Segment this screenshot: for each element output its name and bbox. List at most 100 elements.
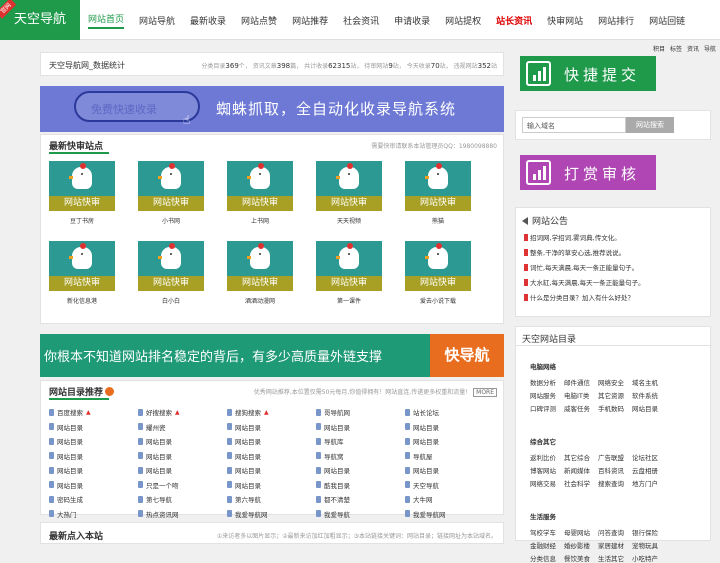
site-tile[interactable]: 网站快审 第一课件 bbox=[316, 241, 382, 305]
directory-link[interactable]: 第六导航 bbox=[227, 494, 261, 504]
site-tile[interactable]: 网站快审 天天视频 bbox=[316, 161, 382, 225]
directory-link[interactable]: 百度搜索 ▲ bbox=[49, 407, 91, 417]
catalog-link[interactable]: 百科资讯 bbox=[598, 465, 624, 475]
directory-link[interactable]: 站长论坛 bbox=[405, 407, 439, 417]
catalog-link[interactable]: 生活其它 bbox=[598, 553, 624, 563]
notice-item[interactable]: 招词网,学招词,雾词典,传文化。 bbox=[524, 232, 621, 242]
tile-caption[interactable]: 豆丁书房 bbox=[49, 216, 115, 225]
free-include-pill[interactable]: 免费快速收录 bbox=[74, 91, 200, 122]
user-link-1[interactable]: 标签 bbox=[670, 44, 682, 53]
directory-link[interactable]: 网站目录 bbox=[227, 480, 261, 490]
nav-item-5[interactable]: 社会资讯 bbox=[343, 14, 379, 27]
catalog-link[interactable]: 宠物玩具 bbox=[632, 540, 658, 550]
catalog-link[interactable]: 手机数码 bbox=[598, 403, 624, 413]
catalog-link[interactable]: 分类信息 bbox=[530, 553, 556, 563]
directory-link[interactable]: 网站目录 bbox=[49, 465, 83, 475]
catalog-link[interactable]: 软件系统 bbox=[632, 390, 658, 400]
directory-link[interactable]: 导航窝 bbox=[316, 451, 344, 461]
catalog-link[interactable]: 论坛社区 bbox=[632, 452, 658, 462]
directory-link[interactable]: 网站目录 bbox=[405, 422, 439, 432]
nav-item-8[interactable]: 站长资讯 bbox=[496, 14, 532, 27]
directory-link[interactable]: 网站目录 bbox=[49, 451, 83, 461]
directory-link[interactable]: 我爱导航网 bbox=[405, 509, 446, 519]
tile-caption[interactable]: 酒酒动漫网 bbox=[227, 296, 293, 305]
catalog-link[interactable]: 云盘相册 bbox=[632, 465, 658, 475]
catalog-link[interactable]: 博客网站 bbox=[530, 465, 556, 475]
catalog-link[interactable]: 其它资源 bbox=[598, 390, 624, 400]
nav-item-11[interactable]: 网站回链 bbox=[649, 14, 685, 27]
backlink-banner[interactable]: 你根本不知道网站排名稳定的背后，有多少高质量外链支撑 快导航 bbox=[40, 334, 504, 377]
tile-caption[interactable]: 天天视频 bbox=[316, 216, 382, 225]
catalog-link[interactable]: 电脑IT类 bbox=[564, 390, 589, 400]
directory-link[interactable]: 网站目录 bbox=[405, 465, 439, 475]
tile-caption[interactable]: 新化信息港 bbox=[49, 296, 115, 305]
tile-caption[interactable]: 爱去小说下载 bbox=[405, 296, 471, 305]
catalog-link[interactable]: 邮件通信 bbox=[564, 377, 590, 387]
directory-link[interactable]: 搜狗搜索 ▲ bbox=[227, 407, 269, 417]
directory-link[interactable]: 只是一个吻 bbox=[138, 480, 179, 490]
directory-link[interactable]: 网站目录 bbox=[49, 422, 83, 432]
directory-link[interactable]: 第七导航 bbox=[138, 494, 172, 504]
catalog-link[interactable]: 银行保险 bbox=[632, 527, 658, 537]
site-tile[interactable]: 网站快审 熊猫 bbox=[405, 161, 471, 225]
nav-item-7[interactable]: 网站提权 bbox=[445, 14, 481, 27]
directory-link[interactable]: 热点资讯网 bbox=[138, 509, 179, 519]
catalog-link[interactable]: 母婴网站 bbox=[564, 527, 590, 537]
auto-include-banner[interactable]: 免费快速收录 ☝ 蜘蛛抓取，全自动化收录导航系统 bbox=[40, 86, 504, 132]
catalog-link[interactable]: 广告联盟 bbox=[598, 452, 624, 462]
user-link-3[interactable]: 导航 bbox=[704, 44, 716, 53]
site-tile[interactable]: 网站快审 爱去小说下载 bbox=[405, 241, 471, 305]
notice-item[interactable]: 词忙,每天满晨,每天一条正能量句子。 bbox=[524, 262, 638, 272]
catalog-link[interactable]: 搜索查询 bbox=[598, 478, 624, 488]
quick-submit-button[interactable]: 快捷提交 bbox=[520, 56, 656, 91]
nav-item-2[interactable]: 最新收录 bbox=[190, 14, 226, 27]
directory-link[interactable]: 网站目录 bbox=[227, 451, 261, 461]
directory-link[interactable]: 酷我目录 bbox=[316, 480, 350, 490]
catalog-link[interactable]: 小吃特产 bbox=[632, 553, 658, 563]
catalog-link[interactable]: 问答查询 bbox=[598, 527, 624, 537]
notice-item[interactable]: 大水缸,每天满晨,每天一条正能量句子。 bbox=[524, 277, 645, 287]
more-button[interactable]: MORE bbox=[473, 388, 497, 397]
directory-link[interactable]: 导航库 bbox=[316, 436, 344, 446]
nav-item-10[interactable]: 网站排行 bbox=[598, 14, 634, 27]
nav-item-6[interactable]: 申请收录 bbox=[394, 14, 430, 27]
site-tile[interactable]: 网站快审 小书网 bbox=[138, 161, 204, 225]
catalog-link[interactable]: 域名主机 bbox=[632, 377, 658, 387]
nav-item-0[interactable]: 网站首页 bbox=[88, 12, 125, 29]
nav-item-4[interactable]: 网站推荐 bbox=[292, 14, 328, 27]
tile-caption[interactable]: 熊猫 bbox=[405, 216, 471, 225]
site-tile[interactable]: 网站快审 酒酒动漫网 bbox=[227, 241, 293, 305]
site-tile[interactable]: 网站快审 上书网 bbox=[227, 161, 293, 225]
site-logo[interactable]: 官网 天空导航 bbox=[0, 0, 80, 40]
catalog-link[interactable]: 地方门户 bbox=[632, 478, 658, 488]
site-search-button[interactable]: 网站搜索 bbox=[626, 117, 674, 133]
catalog-link[interactable]: 婚纱影楼 bbox=[564, 540, 590, 550]
directory-link[interactable]: 网站目录 bbox=[138, 451, 172, 461]
directory-link[interactable]: 密码生成 bbox=[49, 494, 83, 504]
catalog-link[interactable]: 金融财经 bbox=[530, 540, 556, 550]
catalog-link[interactable]: 家居建材 bbox=[598, 540, 624, 550]
catalog-link[interactable]: 网络安全 bbox=[598, 377, 624, 387]
site-tile[interactable]: 网站快审 豆丁书房 bbox=[49, 161, 115, 225]
directory-link[interactable]: 网站目录 bbox=[49, 480, 83, 490]
catalog-link[interactable]: 餐饮美食 bbox=[564, 553, 590, 563]
directory-link[interactable]: 网站目录 bbox=[405, 436, 439, 446]
reward-review-button[interactable]: 打赏审核 bbox=[520, 155, 656, 190]
domain-search-input[interactable]: 输入域名 bbox=[522, 117, 626, 133]
nav-item-1[interactable]: 网站导航 bbox=[139, 14, 175, 27]
directory-link[interactable]: 大热门 bbox=[49, 509, 77, 519]
directory-link[interactable]: 天空导航 bbox=[405, 480, 439, 490]
site-tile[interactable]: 网站快审 白小白 bbox=[138, 241, 204, 305]
notice-item[interactable]: 什么是分类目录？加入有什么好处？ bbox=[524, 292, 634, 302]
site-tile[interactable]: 网站快审 新化信息港 bbox=[49, 241, 115, 305]
directory-link[interactable]: 网站目录 bbox=[227, 422, 261, 432]
directory-link[interactable]: 我爱导航 bbox=[316, 509, 350, 519]
nav-item-9[interactable]: 快审网站 bbox=[547, 14, 583, 27]
directory-link[interactable]: 大牛网 bbox=[405, 494, 433, 504]
directory-link[interactable]: 网站目录 bbox=[316, 465, 350, 475]
catalog-link[interactable]: 数据分析 bbox=[530, 377, 556, 387]
notice-item[interactable]: 整条,干净的草安心选,推荐说说。 bbox=[524, 247, 625, 257]
directory-link[interactable]: 好搜搜索 ▲ bbox=[138, 407, 180, 417]
directory-link[interactable]: 网站目录 bbox=[138, 436, 172, 446]
directory-link[interactable]: 哥导航网 bbox=[316, 407, 350, 417]
